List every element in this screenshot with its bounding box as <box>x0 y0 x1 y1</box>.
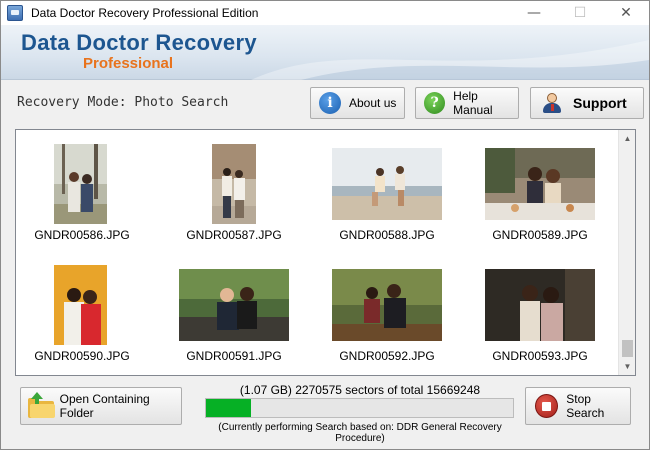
stop-search-label: Stop Search <box>566 392 605 420</box>
photo-thumbnail-icon[interactable] <box>332 269 442 341</box>
list-item-filename: GNDR00592.JPG <box>339 349 435 363</box>
photo-thumbnail-icon[interactable] <box>54 265 107 345</box>
help-manual-button[interactable]: ? Help Manual <box>415 87 519 119</box>
support-button[interactable]: Support <box>530 87 644 119</box>
search-progress-bar <box>205 398 514 418</box>
window-title: Data Doctor Recovery Professional Editio… <box>31 6 259 20</box>
maximize-button[interactable]: ☐ <box>557 1 603 25</box>
scroll-up-icon[interactable]: ▲ <box>619 130 636 147</box>
photo-thumbnail-icon[interactable] <box>485 269 595 341</box>
list-item-filename: GNDR00593.JPG <box>492 349 588 363</box>
open-folder-label: Open Containing Folder <box>59 392 150 420</box>
banner-title: Data Doctor Recovery <box>21 30 257 55</box>
list-item-filename: GNDR00587.JPG <box>186 228 282 242</box>
banner-subtitle: Professional <box>83 55 174 72</box>
app-window: Data Doctor Recovery Professional Editio… <box>0 0 650 450</box>
app-icon <box>7 5 23 21</box>
recovery-mode-label: Recovery Mode: Photo Search <box>17 95 229 110</box>
photo-thumbnail-icon[interactable] <box>332 148 442 220</box>
progress-fill <box>206 399 251 417</box>
photo-thumbnail-icon[interactable] <box>212 144 256 224</box>
support-label: Support <box>573 95 627 111</box>
help-manual-label: Help Manual <box>453 89 493 117</box>
photo-thumbnail-icon[interactable] <box>179 269 289 341</box>
search-procedure-text: (Currently performing Search based on: D… <box>218 422 502 444</box>
list-item-filename: GNDR00590.JPG <box>34 349 130 363</box>
photo-thumbnail-icon[interactable] <box>485 148 595 220</box>
open-containing-folder-button[interactable]: Open Containing Folder <box>20 387 182 425</box>
scroll-down-icon[interactable]: ▼ <box>619 358 636 375</box>
support-person-icon <box>541 92 563 114</box>
list-item-filename: GNDR00589.JPG <box>492 228 588 242</box>
list-item-filename: GNDR00586.JPG <box>34 228 130 242</box>
sector-status-text: (1.07 GB) 2270575 sectors of total 15669… <box>239 383 481 397</box>
photo-thumbnail-icon[interactable] <box>54 144 107 224</box>
minimize-button[interactable]: — <box>511 1 557 25</box>
info-icon: i <box>319 92 341 114</box>
photo-gallery[interactable]: GNDR00586.JPG GNDR00587.JPG GNDR00588.JP… <box>15 129 636 376</box>
stop-search-button[interactable]: Stop Search <box>525 387 631 425</box>
about-us-button[interactable]: i About us <box>310 87 405 119</box>
list-item-filename: GNDR00591.JPG <box>186 349 282 363</box>
title-bar[interactable]: Data Doctor Recovery Professional Editio… <box>1 1 649 25</box>
window-controls: — ☐ ✕ <box>511 1 649 25</box>
help-icon: ? <box>424 92 446 114</box>
about-us-label: About us <box>349 96 397 110</box>
scrollbar-thumb[interactable] <box>622 340 633 357</box>
close-button[interactable]: ✕ <box>603 1 649 25</box>
header-banner: Data Doctor Recovery Professional <box>1 25 649 80</box>
stop-icon <box>535 394 559 418</box>
folder-open-icon <box>27 392 55 420</box>
vertical-scrollbar[interactable]: ▲ ▼ <box>618 130 635 375</box>
list-item-filename: GNDR00588.JPG <box>339 228 435 242</box>
